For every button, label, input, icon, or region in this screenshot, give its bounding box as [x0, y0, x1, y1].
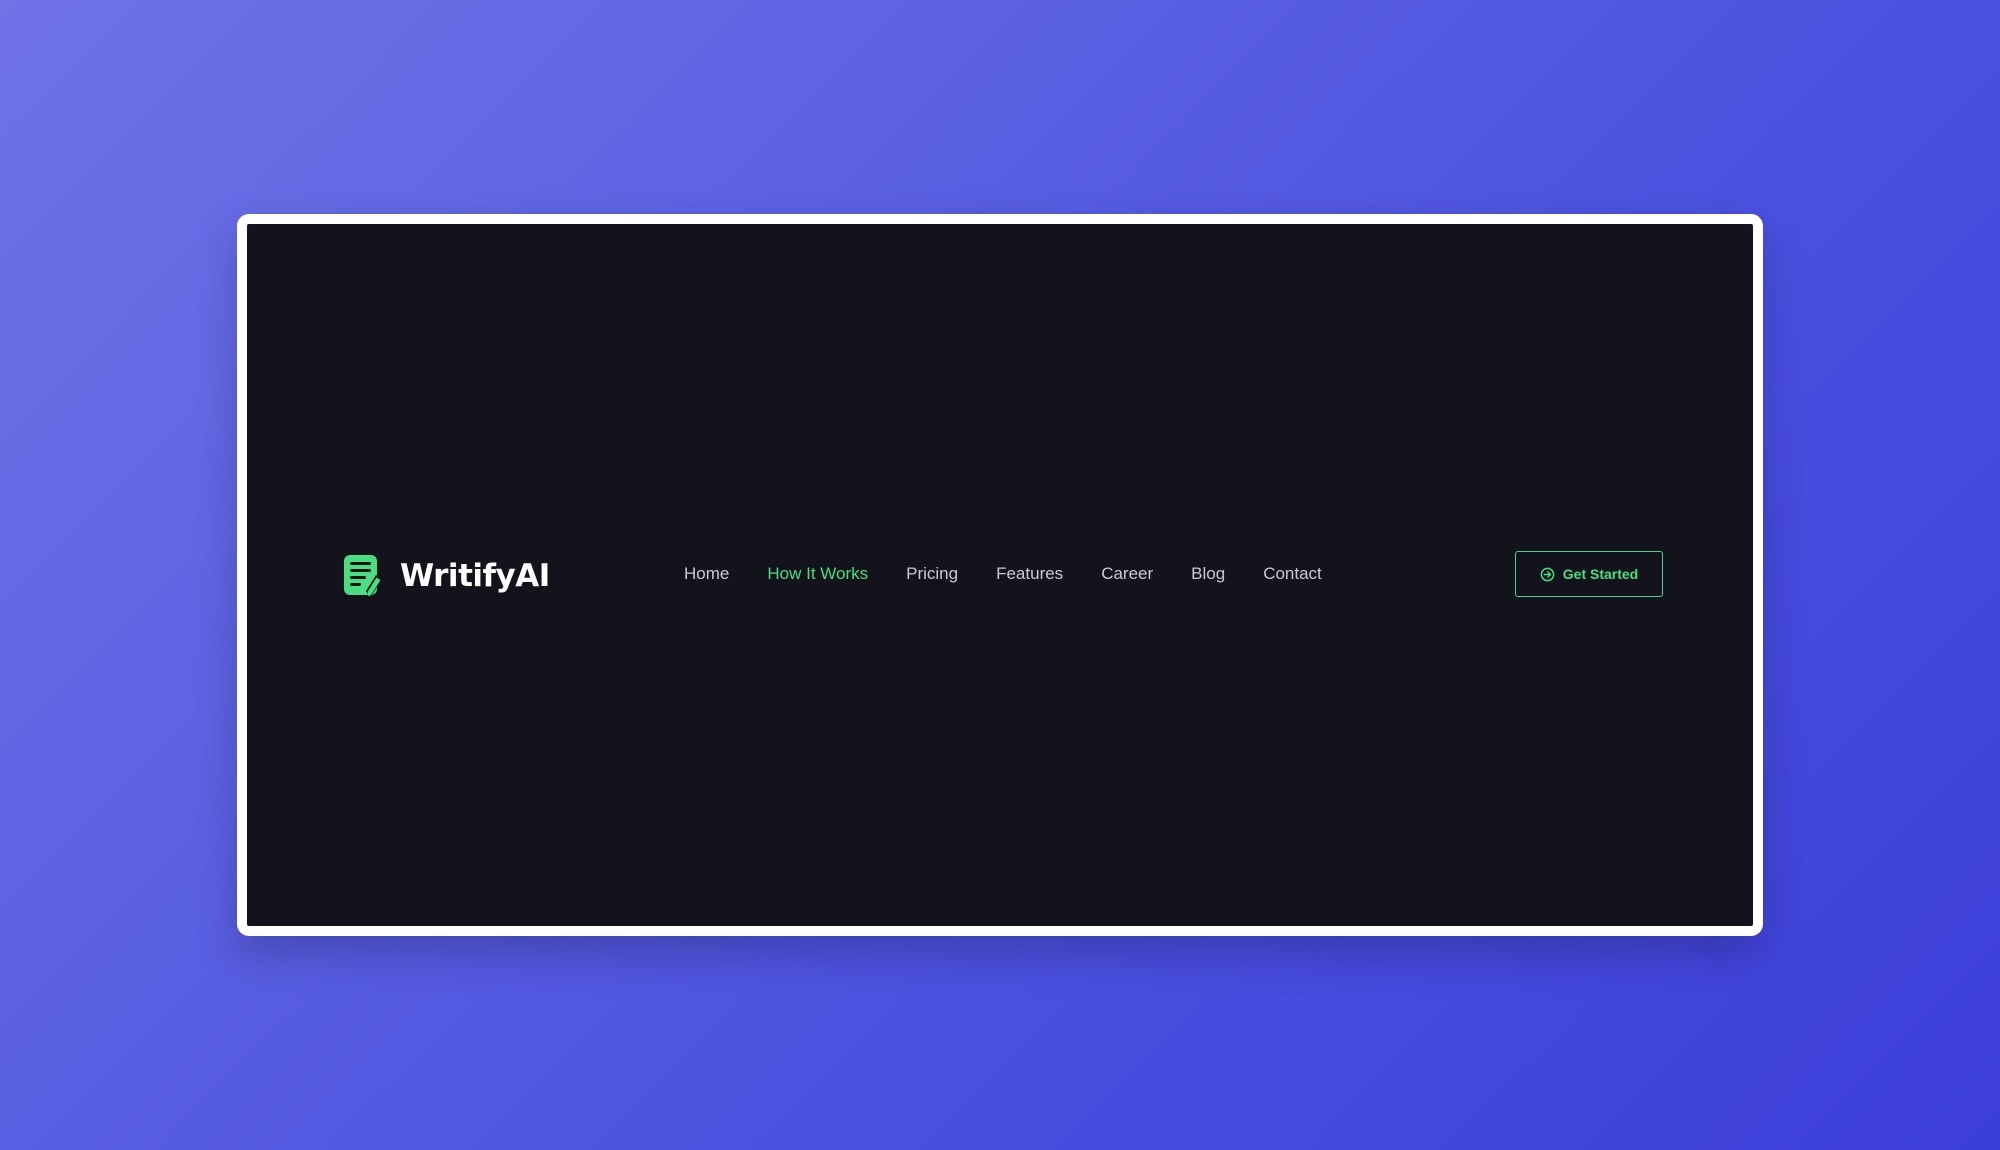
get-started-label: Get Started [1562, 566, 1639, 582]
nav-link-blog[interactable]: Blog [1191, 564, 1225, 584]
nav-link-how-it-works[interactable]: How It Works [767, 564, 868, 584]
arrow-circle-right-icon [1540, 567, 1555, 581]
brand-logo-link[interactable]: WritifyAI [343, 554, 550, 598]
nav-link-pricing[interactable]: Pricing [906, 564, 958, 584]
nav-link-contact[interactable]: Contact [1263, 564, 1322, 584]
top-navbar: WritifyAI Home How It Works Pricing Feat… [247, 551, 1753, 601]
nav-link-career[interactable]: Career [1101, 564, 1153, 584]
website-viewport: WritifyAI Home How It Works Pricing Feat… [247, 224, 1753, 926]
document-pen-icon [344, 555, 382, 597]
nav-link-features[interactable]: Features [996, 564, 1063, 584]
nav-menu: Home How It Works Pricing Features Caree… [684, 564, 1360, 584]
get-started-button[interactable]: Get Started [1515, 551, 1663, 597]
brand-name: WritifyAI [400, 558, 550, 594]
screenshot-frame: WritifyAI Home How It Works Pricing Feat… [237, 214, 1763, 936]
nav-link-home[interactable]: Home [684, 564, 729, 584]
